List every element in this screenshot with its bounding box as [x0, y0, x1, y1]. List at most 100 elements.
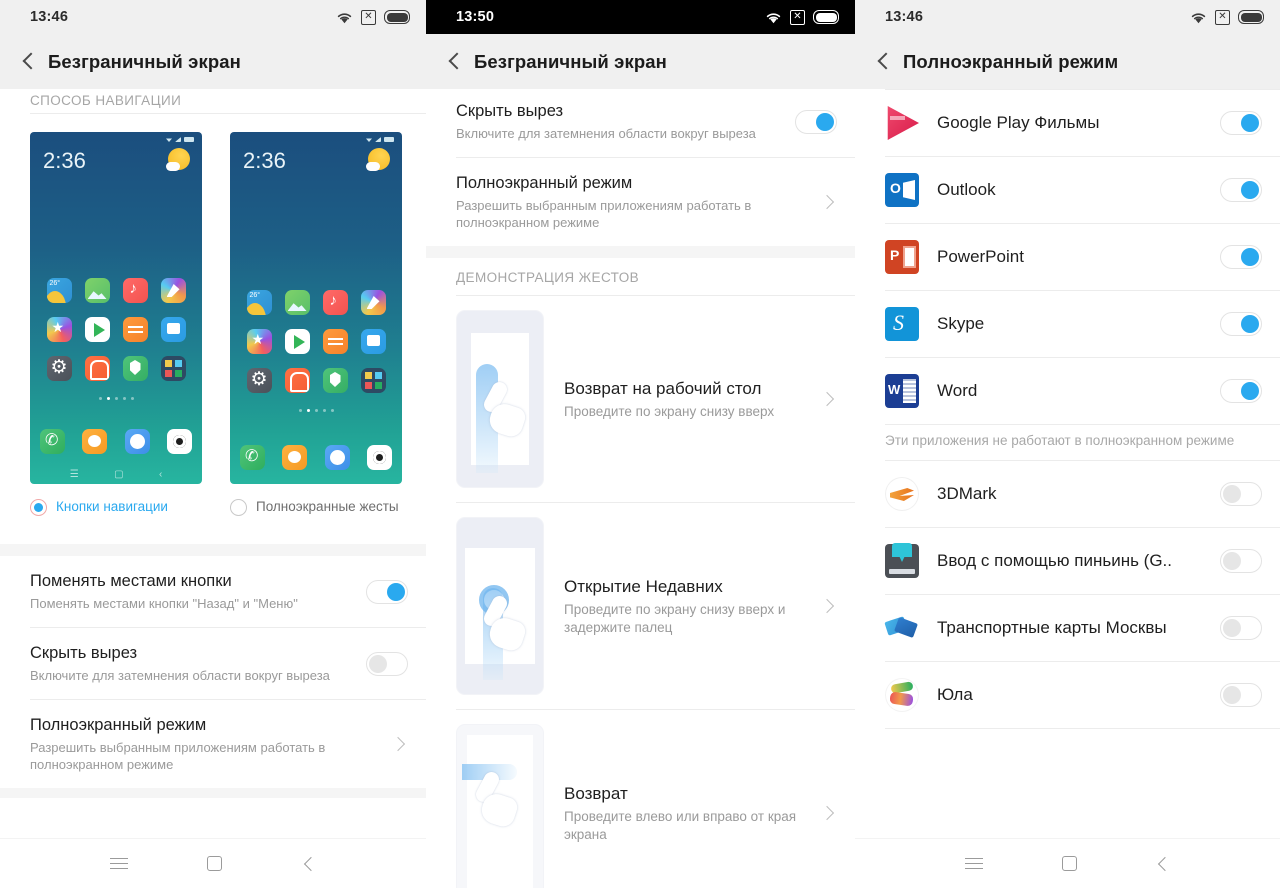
radio-option-nav-buttons[interactable]: Кнопки навигации: [30, 498, 230, 516]
row-hide-notch[interactable]: Скрыть вырез Включите для затемнения обл…: [0, 628, 426, 699]
menu-icon[interactable]: [109, 857, 128, 870]
gesture-row-home[interactable]: Возврат на рабочий стол Проведите по экр…: [426, 296, 855, 502]
back-icon[interactable]: [1156, 857, 1170, 871]
toggle-transport-cards[interactable]: [1220, 616, 1262, 640]
app-row-pinyin-input[interactable]: Ввод с помощью пиньинь (G..: [855, 528, 1280, 594]
toggle-powerpoint[interactable]: [1220, 245, 1262, 269]
divider: [885, 728, 1280, 729]
app-row-outlook[interactable]: Outlook: [855, 157, 1280, 223]
dot: [314, 409, 318, 412]
app-row-transport-cards[interactable]: Транспортные карты Москвы: [855, 595, 1280, 661]
gesture-row-recents[interactable]: Открытие Недавних Проведите по экрану сн…: [426, 503, 855, 709]
preview-signal-icon: [375, 137, 381, 142]
scroll-content[interactable]: Скрыть вырез Включите для затемнения обл…: [426, 89, 855, 888]
radio-button-selected[interactable]: [30, 499, 47, 516]
back-arrow-icon[interactable]: [16, 49, 42, 75]
preview-wifi-icon: [166, 138, 172, 142]
toggle-hide-notch[interactable]: [366, 651, 408, 676]
home-icon[interactable]: [207, 856, 223, 871]
app-row-powerpoint[interactable]: PowerPoint: [855, 224, 1280, 290]
tools-folder-icon: [360, 368, 386, 393]
preview-clock: 2:36: [43, 148, 86, 173]
radio-option-fullscreen-gestures[interactable]: Полноэкранные жесты: [230, 498, 410, 516]
gesture-row-back[interactable]: Возврат Проведите влево или вправо от кр…: [426, 710, 855, 888]
store-app-icon: [46, 317, 72, 342]
navigation-preview-row: 2:36 26° ♪ ★ ⚙ ✆ ☰ ▢ ‹ 2:36 26° ♪ ★ ⚙ ✆: [0, 114, 426, 484]
row-swap-buttons[interactable]: Поменять местами кнопки Поменять местами…: [0, 556, 426, 627]
wifi-icon: [337, 12, 352, 23]
themes-app-icon: [360, 290, 386, 315]
scroll-content[interactable]: СПОСОБ НАВИГАЦИИ 2:36 26° ♪ ★ ⚙ ✆ ☰ ▢ ‹ …: [0, 89, 426, 838]
mi-message-app-icon: [360, 329, 386, 354]
toggle-google-play-movies[interactable]: [1220, 111, 1262, 135]
phone-app-icon: [40, 429, 65, 454]
gallery-app-icon: [284, 290, 310, 315]
radio-button-unselected[interactable]: [230, 499, 247, 516]
app-row-google-play-movies[interactable]: Google Play Фильмы: [855, 90, 1280, 156]
camera-app-icon: [366, 445, 392, 470]
hand-icon: [481, 379, 532, 440]
dot: [298, 409, 302, 412]
system-navigation-bar: [0, 838, 426, 888]
menu-icon[interactable]: [964, 857, 983, 870]
navigation-mode-radio-group: Кнопки навигации Полноэкранные жесты: [0, 484, 426, 516]
back-arrow-icon[interactable]: [442, 49, 468, 75]
gesture-text: Открытие Недавних Проведите по экрану сн…: [544, 576, 817, 637]
tools-folder-icon: [160, 356, 186, 381]
settings-app-icon: [46, 356, 72, 381]
toggle-pinyin-input[interactable]: [1220, 549, 1262, 573]
toggle-yula[interactable]: [1220, 683, 1262, 707]
row-fullscreen-mode[interactable]: Полноэкранный режим Разрешить выбранным …: [426, 158, 855, 246]
dot: [322, 409, 326, 412]
gesture-subtitle: Проведите по экрану снизу вверх: [564, 403, 775, 419]
security-app-icon: [122, 356, 148, 381]
swipe-hold-illustration: [456, 517, 544, 695]
skype-icon: [885, 307, 919, 341]
hand-icon: [481, 593, 532, 654]
dot: [114, 397, 118, 400]
app-name: Юла: [937, 685, 973, 704]
section-gap: [0, 544, 426, 556]
mi-message-app-icon: [160, 317, 186, 342]
back-arrow-icon[interactable]: [871, 49, 897, 75]
back-icon[interactable]: [302, 857, 316, 871]
preview-status-icons: [366, 137, 394, 142]
toggle-word[interactable]: [1220, 379, 1262, 403]
app-name: Skype: [937, 314, 985, 333]
preview-clock: 2:36: [243, 148, 286, 173]
app-row-word[interactable]: Word: [855, 358, 1280, 424]
google-play-app-icon: [84, 317, 110, 342]
weather-app-icon: 26°: [246, 290, 272, 315]
row-title: Поменять местами кнопки: [30, 572, 232, 590]
preview-menu-icon: ☰: [69, 469, 79, 480]
dot: [130, 397, 134, 400]
app-row-yula[interactable]: Юла: [855, 662, 1280, 728]
phone-preview-gestures[interactable]: 2:36 26°: [230, 132, 402, 484]
yula-icon: [885, 678, 919, 712]
home-icon[interactable]: [1061, 856, 1077, 871]
row-hide-notch[interactable]: Скрыть вырез Включите для затемнения обл…: [426, 89, 855, 157]
toggle-outlook[interactable]: [1220, 178, 1262, 202]
row-title: Скрыть вырез: [456, 102, 564, 120]
row-fullscreen-mode[interactable]: Полноэкранный режим Разрешить выбранным …: [0, 700, 426, 788]
toggle-swap-buttons[interactable]: [366, 579, 408, 604]
google-play-movies-icon: [887, 106, 919, 140]
chevron-right-icon: [817, 803, 837, 823]
toggle-3dmark[interactable]: [1220, 482, 1262, 506]
shop-app-icon: [84, 356, 110, 381]
toggle-hide-notch[interactable]: [795, 109, 837, 134]
preview-wifi-icon: [366, 138, 372, 142]
gesture-text: Возврат Проведите влево или вправо от кр…: [544, 783, 817, 844]
app-row-3dmark[interactable]: 3DMark: [855, 461, 1280, 527]
preview-home-icon: ▢: [114, 469, 124, 480]
scroll-content[interactable]: Google Play Фильмы Outlook PowerPoint Sk…: [855, 89, 1280, 838]
app-name: PowerPoint: [937, 247, 1024, 266]
preview-battery-icon: [384, 137, 394, 142]
toggle-skype[interactable]: [1220, 312, 1262, 336]
phone-preview-buttons[interactable]: 2:36 26° ♪ ★ ⚙ ✆ ☰ ▢ ‹: [30, 132, 202, 484]
music-app-icon: [122, 278, 148, 303]
status-icons: ✕: [1190, 9, 1264, 25]
radio-label-fullscreen-gestures: Полноэкранные жесты: [256, 499, 399, 514]
app-row-skype[interactable]: Skype: [855, 291, 1280, 357]
